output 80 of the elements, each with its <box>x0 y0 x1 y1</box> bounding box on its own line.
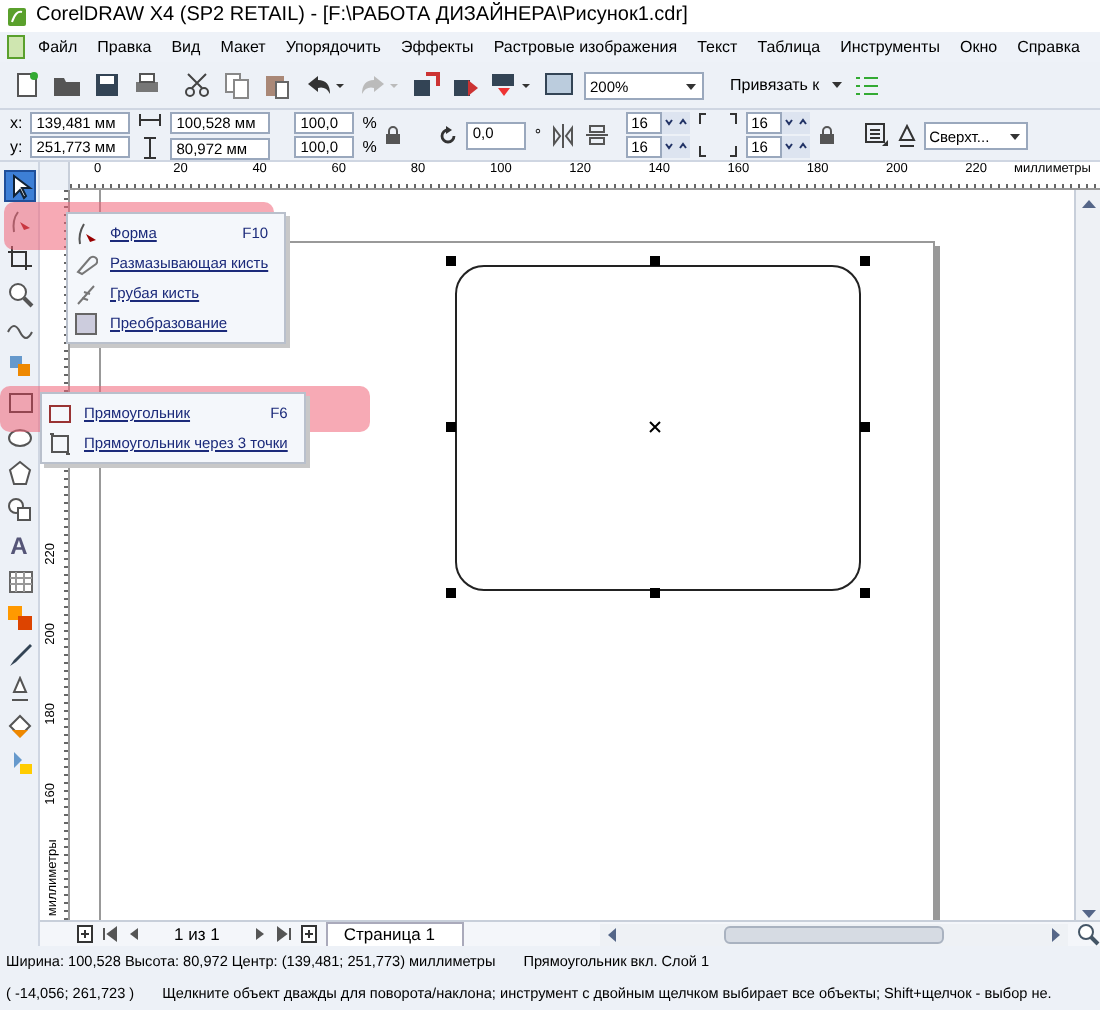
rounded-rectangle[interactable] <box>455 265 861 591</box>
selection-handle[interactable] <box>446 256 456 266</box>
snap-dropdown[interactable]: Привязать к <box>730 75 820 95</box>
checklist-icon[interactable] <box>853 72 880 98</box>
spinner-arrows-icon[interactable] <box>661 136 690 158</box>
menu-item[interactable]: Упорядочить <box>275 37 391 57</box>
coordinate-label: y: <box>10 137 23 157</box>
new-document-icon[interactable] <box>12 70 42 100</box>
publish-icon[interactable] <box>490 70 534 100</box>
menu-item[interactable]: Вид <box>161 37 211 57</box>
scroll-right-icon[interactable] <box>1051 927 1062 941</box>
selection-handle[interactable] <box>446 422 456 432</box>
mirror-vertical-icon[interactable] <box>583 122 610 148</box>
percent-label: % <box>362 113 377 133</box>
selection-handle[interactable] <box>650 588 660 598</box>
shape-node-icon <box>74 221 98 245</box>
pentagon-icon[interactable] <box>5 460 33 488</box>
menu-item[interactable]: Растровые изображения <box>483 37 688 57</box>
selection-handle[interactable] <box>860 256 870 266</box>
transform-icon <box>74 311 98 335</box>
add-page-icon[interactable] <box>299 924 318 944</box>
text-tool-glyph[interactable]: A <box>10 531 28 561</box>
spinner-arrows-icon[interactable] <box>781 136 810 158</box>
wrap-paragraph-icon[interactable] <box>863 122 890 148</box>
pen-nib-icon <box>897 123 916 147</box>
clipboard-icon[interactable] <box>262 70 292 100</box>
coordinate-label: x: <box>10 113 23 133</box>
selection-handle[interactable] <box>446 588 456 598</box>
menu-item[interactable]: Текст <box>687 37 748 57</box>
percent-label: % <box>362 137 377 157</box>
import-icon[interactable] <box>410 70 440 100</box>
feather-icon <box>74 281 98 305</box>
rectangle-icon[interactable] <box>5 388 33 416</box>
page-tab[interactable]: Страница 1 <box>325 922 465 946</box>
menu-item[interactable]: Справка <box>1007 37 1090 57</box>
square-icon <box>48 401 72 425</box>
last-page-icon[interactable] <box>275 926 292 942</box>
center-mark <box>649 421 661 433</box>
page-counter: 1 из 1 <box>172 923 222 945</box>
zoom-navigator-icon[interactable] <box>1076 922 1100 946</box>
previous-page-icon[interactable] <box>126 926 142 942</box>
menu-item[interactable]: Эффекты <box>390 37 484 57</box>
menu-item[interactable]: Файл <box>28 37 88 57</box>
lock-icon[interactable] <box>384 125 403 145</box>
rotate-icon <box>438 125 459 145</box>
first-page-icon[interactable] <box>102 926 118 942</box>
window-title: CorelDRAW X4 (SP2 RETAIL) - [F:\РАБОТА ДИЗАЙНЕРА\Рисунок1.cdr] <box>36 4 688 28</box>
spinner-arrows-icon[interactable] <box>661 112 690 134</box>
brush-icon <box>74 251 98 275</box>
menu-item[interactable]: Окно <box>949 37 1008 57</box>
spinner-arrows-icon[interactable] <box>781 112 810 134</box>
next-page-icon[interactable] <box>251 926 268 942</box>
menu-item[interactable]: Правка <box>87 37 162 57</box>
lock-icon[interactable] <box>817 125 836 145</box>
scroll-up-icon[interactable] <box>1081 198 1095 208</box>
selection-handle[interactable] <box>650 256 660 266</box>
table-grid-icon[interactable] <box>5 568 33 596</box>
square-icon <box>48 431 72 455</box>
eyedropper-icon[interactable] <box>5 640 33 668</box>
shapes-icon[interactable] <box>5 496 33 524</box>
add-page-icon[interactable] <box>76 924 94 944</box>
degree-label: ° <box>534 125 542 145</box>
document-icon <box>4 34 28 60</box>
mirror-horizontal-icon[interactable] <box>549 122 576 148</box>
selection-handle[interactable] <box>860 588 870 598</box>
app-logo-icon <box>6 5 28 27</box>
menu-item[interactable]: Инструменты <box>830 37 950 57</box>
magnifier-icon[interactable] <box>5 280 33 308</box>
monitor-icon[interactable] <box>544 70 574 100</box>
scroll-left-icon[interactable] <box>606 927 617 941</box>
crop-icon[interactable] <box>5 244 33 272</box>
copy-icon[interactable] <box>222 70 252 100</box>
paint-bucket-icon[interactable] <box>5 712 33 740</box>
ellipse-icon[interactable] <box>5 424 33 452</box>
scissors-icon[interactable] <box>182 70 212 100</box>
menu-item[interactable]: Таблица <box>747 37 831 57</box>
menu-item[interactable]: Макет <box>210 37 276 57</box>
selection-handle[interactable] <box>860 422 870 432</box>
overlap-squares-icon[interactable] <box>5 604 33 632</box>
scroll-thumb[interactable] <box>724 925 945 943</box>
